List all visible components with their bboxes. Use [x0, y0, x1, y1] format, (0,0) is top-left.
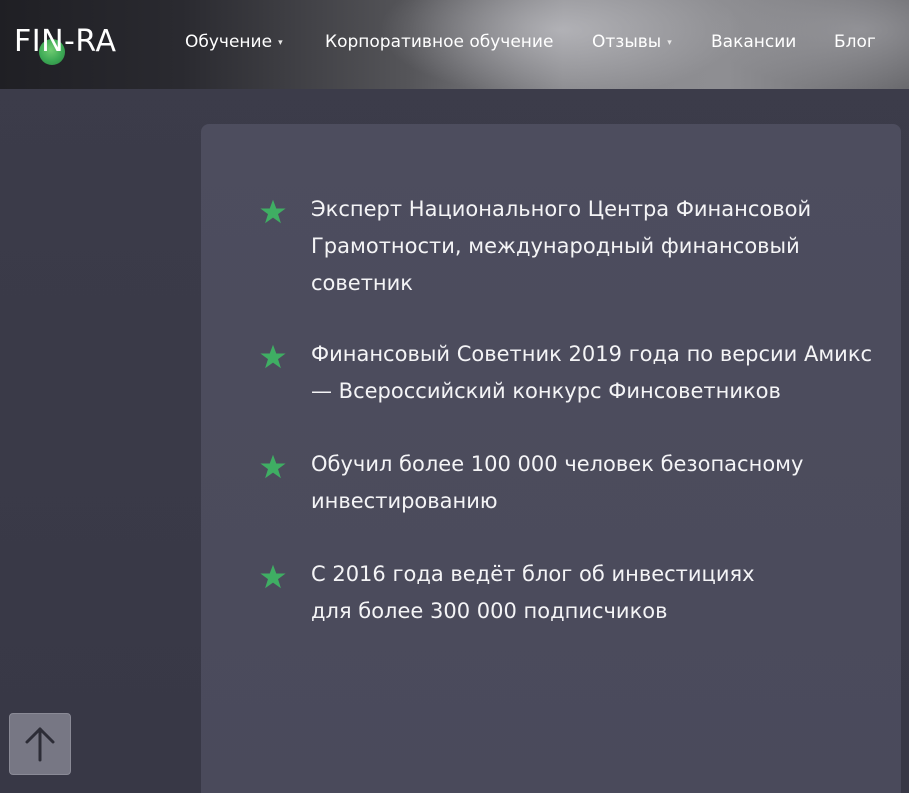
- site-header: FIN-RA Обучение ▾ Корпоративное обучение …: [0, 0, 909, 89]
- nav-item-corporate[interactable]: Корпоративное обучение: [325, 30, 553, 54]
- achievement-text: Обучил более 100 000 человек безопасному…: [311, 446, 803, 520]
- nav-item-label: Блог: [834, 32, 876, 52]
- achievement-line: Эксперт Национального Центра Финансовой: [311, 197, 812, 221]
- achievement-line: С 2016 года ведёт блог об инвестициях: [311, 562, 755, 586]
- scroll-to-top-button[interactable]: [9, 713, 71, 775]
- nav-item-label: Отзывы: [592, 32, 662, 52]
- achievement-line: Обучил более 100 000 человек безопасному: [311, 452, 804, 476]
- achievement-line: для более 300 000 подписчиков: [311, 599, 668, 623]
- star-icon: [260, 564, 286, 589]
- achievements-card: Эксперт Национального Центра Финансовой …: [201, 124, 901, 793]
- nav-item-blog[interactable]: Блог: [834, 30, 876, 54]
- nav-item-reviews[interactable]: Отзывы ▾: [592, 30, 672, 54]
- achievement-line: советник: [311, 271, 413, 295]
- achievement-text: Финансовый Советник 2019 года по версии …: [311, 336, 872, 410]
- achievement-text: С 2016 года ведёт блог об инвестициях дл…: [311, 556, 755, 630]
- nav-item-label: Корпоративное обучение: [325, 32, 554, 52]
- logo[interactable]: FIN-RA: [14, 22, 117, 65]
- star-icon: [260, 454, 286, 479]
- page: FIN-RA Обучение ▾ Корпоративное обучение …: [0, 0, 909, 793]
- achievement-line: инвестированию: [311, 489, 498, 513]
- nav-item-obuchenie[interactable]: Обучение ▾: [185, 30, 283, 54]
- achievement-line: Финансовый Советник 2019 года по версии …: [311, 342, 873, 366]
- achievement-line: Грамотности, международный финансовый: [311, 234, 800, 258]
- nav-item-vacancies[interactable]: Вакансии: [711, 30, 796, 54]
- achievement-line: — Всероссийский конкурс Финсоветников: [311, 379, 781, 403]
- chevron-down-icon: ▾: [278, 38, 283, 48]
- logo-text: FIN-RA: [14, 24, 117, 59]
- star-icon: [260, 344, 286, 369]
- chevron-down-icon: ▾: [667, 38, 672, 48]
- nav-item-label: Вакансии: [711, 32, 797, 52]
- arrow-up-icon: [25, 727, 55, 762]
- nav-item-label: Обучение: [185, 32, 273, 52]
- achievement-text: Эксперт Национального Центра Финансовой …: [311, 191, 811, 302]
- star-icon: [260, 199, 286, 224]
